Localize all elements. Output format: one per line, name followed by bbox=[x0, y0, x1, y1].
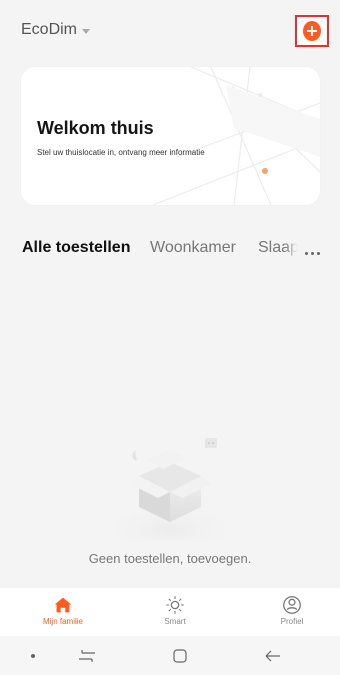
dot-icon bbox=[31, 653, 35, 658]
sun-icon bbox=[166, 596, 184, 614]
welcome-card[interactable]: Welkom thuis Stel uw thuislocatie in, on… bbox=[21, 67, 320, 205]
bottom-navigation: Mijn familie Smart Profiel bbox=[0, 588, 340, 636]
system-home-button[interactable] bbox=[165, 636, 195, 675]
nav-label-profiel: Profiel bbox=[280, 617, 304, 626]
recent-apps-icon bbox=[79, 649, 95, 662]
home-icon bbox=[54, 597, 72, 613]
tab-woonkamer[interactable]: Woonkamer bbox=[150, 239, 236, 257]
nav-mijn-familie[interactable]: Mijn familie bbox=[23, 588, 103, 636]
home-selector[interactable]: EcoDim bbox=[21, 21, 91, 39]
more-dot bbox=[317, 252, 320, 255]
empty-state-message[interactable]: Geen toestellen, toevoegen. bbox=[0, 551, 340, 566]
more-horizontal-icon[interactable] bbox=[305, 252, 320, 255]
empty-state: Geen toestellen, toevoegen. bbox=[0, 400, 340, 580]
app-screen: EcoDim Welkom thuis Stel uw thuislocatie… bbox=[0, 0, 340, 675]
back-button[interactable] bbox=[258, 636, 288, 675]
home-square-icon bbox=[173, 648, 187, 663]
nav-smart[interactable]: Smart bbox=[135, 588, 215, 636]
nav-label-smart: Smart bbox=[164, 617, 186, 626]
empty-box-icon bbox=[100, 438, 240, 540]
tab-alle-toestellen[interactable]: Alle toestellen bbox=[22, 239, 130, 257]
tab-fade bbox=[285, 237, 303, 261]
home-name: EcoDim bbox=[21, 21, 78, 38]
profile-icon bbox=[283, 596, 301, 614]
welcome-subtitle: Stel uw thuislocatie in, ontvang meer in… bbox=[37, 148, 205, 157]
system-dot-button[interactable] bbox=[28, 636, 38, 675]
chevron-down-icon bbox=[82, 28, 91, 34]
android-system-bar bbox=[0, 636, 340, 675]
welcome-title: Welkom thuis bbox=[37, 118, 154, 138]
more-dot bbox=[311, 252, 314, 255]
back-arrow-icon bbox=[265, 650, 280, 661]
device-tabs: Alle toestellen Woonkamer Slaapkamer bbox=[0, 237, 340, 269]
add-device-button[interactable] bbox=[295, 15, 329, 47]
nav-label-mijn-familie: Mijn familie bbox=[42, 617, 83, 626]
top-bar: EcoDim bbox=[0, 0, 340, 58]
nav-profiel[interactable]: Profiel bbox=[252, 588, 332, 636]
more-dot bbox=[305, 252, 308, 255]
plus-circle-icon bbox=[303, 21, 321, 41]
recent-apps-button[interactable] bbox=[72, 636, 102, 675]
